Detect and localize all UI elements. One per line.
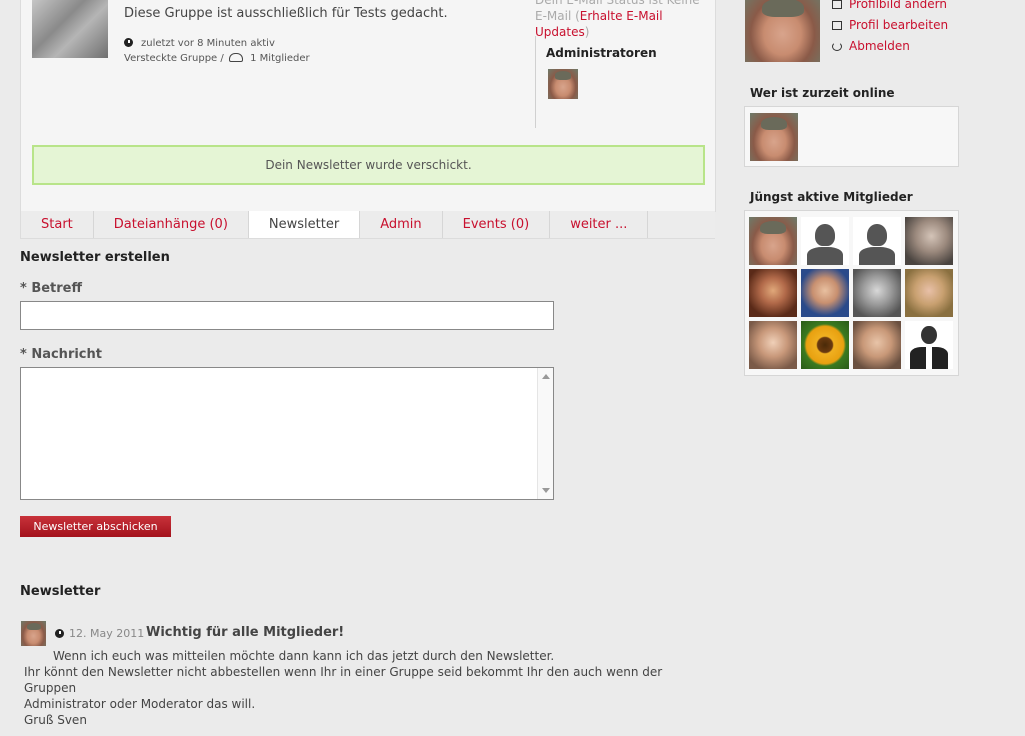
group-activity: zuletzt vor 8 Minuten aktiv [124,38,275,49]
online-user-avatar[interactable] [750,113,798,161]
tab-admin[interactable]: Admin [360,211,443,238]
scroll-up-icon[interactable] [542,374,550,379]
member-avatar[interactable] [749,269,797,317]
members-grid [749,217,953,369]
newsletter-date: 12. May 2011 [55,627,144,640]
change-photo-link[interactable]: Profilbild ändern [832,0,947,11]
newsletter-line: Administrator oder Moderator das will. [24,697,256,711]
member-avatar[interactable] [905,269,953,317]
admin-avatar[interactable] [548,69,578,99]
message-textarea[interactable] [20,367,554,500]
edit-icon [832,21,842,30]
member-avatar[interactable] [853,321,901,369]
member-avatar[interactable] [801,269,849,317]
tab-events[interactable]: Events (0) [443,211,551,238]
group-avatar[interactable] [32,0,108,58]
form-title: Newsletter erstellen [20,250,170,265]
edit-profile-label: Profil bearbeiten [849,18,949,32]
member-avatar[interactable] [853,269,901,317]
admins-title: Administratoren [546,46,657,60]
edit-profile-link[interactable]: Profil bearbeiten [832,18,948,32]
tab-more[interactable]: weiter ... [550,211,649,238]
newsletter-line: Gruß Sven [24,713,87,727]
member-avatar[interactable] [749,217,797,265]
message-label: * Nachricht [20,347,102,362]
group-header: Diese Gruppe ist ausschließlich für Test… [20,0,716,212]
group-description: Diese Gruppe ist ausschließlich für Test… [124,6,448,21]
profile-photo[interactable] [745,0,820,62]
online-users-box [744,106,959,167]
members-title: Jüngst aktive Mitglieder [750,190,913,204]
change-photo-label: Profilbild ändern [849,0,947,11]
member-avatar[interactable] [801,217,849,265]
subject-input[interactable] [20,301,554,330]
subject-label: * Betreff [20,281,83,296]
scroll-down-icon[interactable] [542,488,550,493]
last-active-text: zuletzt vor 8 Minuten aktiv [141,38,275,49]
newsletter-author-avatar[interactable] [21,621,46,646]
newsletter-body: Wenn ich euch was mitteilen möchte dann … [24,648,704,728]
group-tabs: Start Dateianhänge (0) Newsletter Admin … [20,211,715,239]
visibility-text: Versteckte Gruppe / [124,53,224,64]
online-title: Wer ist zurzeit online [750,86,895,100]
member-avatar[interactable] [801,321,849,369]
newsletter-line: Wenn ich euch was mitteilen möchte dann … [53,649,555,663]
logout-link[interactable]: Abmelden [832,39,910,53]
clock-icon [124,38,133,47]
message-scrollbar[interactable] [537,368,553,499]
member-avatar[interactable] [905,321,953,369]
newsletter-title: Wichtig für alle Mitglieder! [146,625,345,640]
newsletter-list-title: Newsletter [20,584,101,599]
tab-start[interactable]: Start [21,211,94,238]
tab-newsletter[interactable]: Newsletter [248,211,361,238]
members-count: 1 Mitglieder [250,53,310,64]
success-notice: Dein Newsletter wurde verschickt. [32,145,705,185]
newsletter-line: Ihr könnt den Newsletter nicht abbestell… [24,665,663,695]
admins-block: Administratoren [535,36,716,128]
group-meta: Versteckte Gruppe / 1 Mitglieder [124,53,310,64]
tab-attachments[interactable]: Dateianhänge (0) [94,211,249,238]
logout-label: Abmelden [849,39,910,53]
power-icon [832,42,842,51]
camera-icon [832,0,842,9]
recent-members-box [744,210,959,376]
clock-icon [55,629,64,638]
member-avatar[interactable] [905,217,953,265]
send-newsletter-button[interactable]: Newsletter abschicken [20,516,171,537]
newsletter-date-text: 12. May 2011 [69,627,145,640]
member-avatar[interactable] [853,217,901,265]
member-avatar[interactable] [749,321,797,369]
email-status: Dein E-Mail Status ist Keine E-Mail (Erh… [535,0,710,40]
members-icon [228,53,243,62]
